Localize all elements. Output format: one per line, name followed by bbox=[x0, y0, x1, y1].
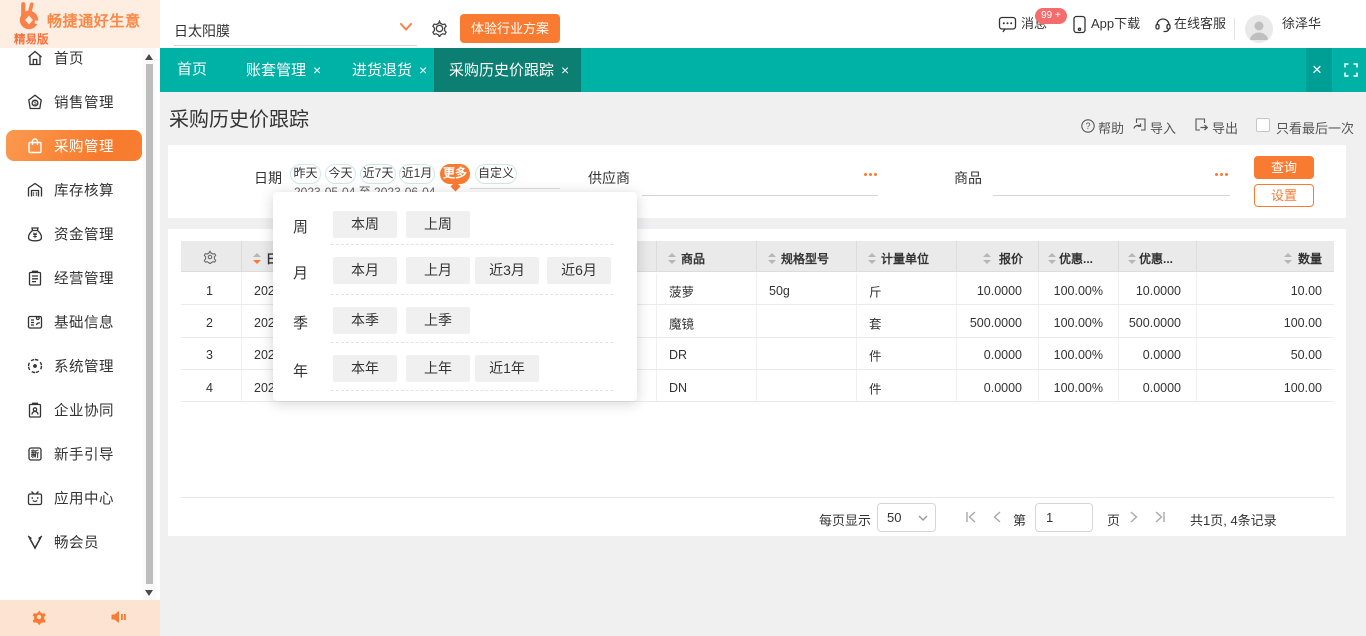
svg-text:?: ? bbox=[1085, 121, 1090, 131]
svg-text:新: 新 bbox=[31, 449, 40, 459]
svg-text:$: $ bbox=[33, 101, 37, 107]
